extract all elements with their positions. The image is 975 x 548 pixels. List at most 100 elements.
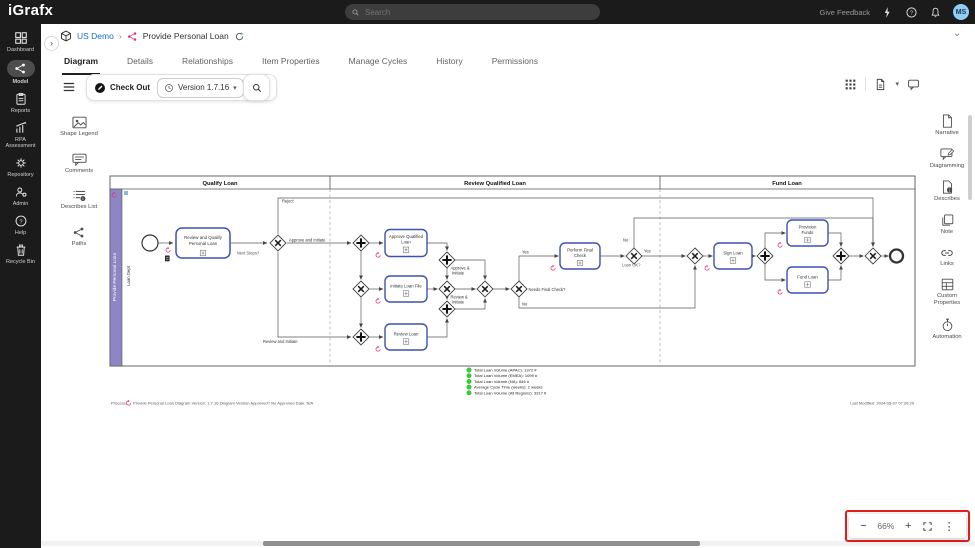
caret-down-icon: ▾ (233, 84, 237, 92)
sidebar-item-help[interactable]: ? Help (0, 214, 41, 236)
svg-text:Fund Loan: Fund Loan (797, 275, 818, 280)
tab-history[interactable]: History (434, 50, 464, 75)
zoom-controls: − 66% + ⋮ (849, 514, 966, 538)
apps-grid-icon[interactable] (844, 78, 857, 91)
end-event[interactable] (890, 250, 903, 263)
menu-icon[interactable] (62, 80, 76, 94)
check-out-button[interactable]: Check Out (94, 82, 150, 94)
rail-item-describes[interactable]: i Describes (926, 180, 968, 203)
svg-text:Average Cycle Time (weeks): 2: Average Cycle Time (weeks): 2 weeks (474, 385, 543, 390)
rail-item-describes-list[interactable]: i Describes List (59, 189, 99, 211)
lane-label: Loan Dept (126, 265, 131, 286)
rail-item-automation[interactable]: Automation (926, 318, 968, 341)
help-icon[interactable]: ? (905, 6, 918, 19)
rail-item-shape-legend[interactable]: Shape Legend (59, 116, 99, 138)
breadcrumb-separator: › (119, 31, 122, 41)
zoom-level: 66% (877, 521, 894, 531)
checkout-status-icon (234, 31, 245, 42)
fit-to-screen-icon[interactable] (922, 521, 933, 532)
caret-down-icon[interactable]: ▾ (895, 80, 899, 88)
zoom-out-button[interactable]: − (860, 520, 866, 532)
breadcrumb: US Demo › Provide Personal Loan (60, 30, 245, 42)
svg-text:Personal Loan: Personal Loan (189, 241, 218, 246)
svg-text:Review and Qualify: Review and Qualify (184, 235, 223, 240)
rail-item-comments[interactable]: Comments (59, 153, 99, 175)
app-sidebar: Dashboard Model Reports RPA Assessment R… (0, 24, 41, 548)
sidebar-item-rpa-assessment[interactable]: RPA Assessment (0, 121, 41, 149)
export-document-icon[interactable] (874, 78, 887, 91)
svg-text:No: No (522, 302, 528, 307)
svg-text:?: ? (910, 10, 913, 16)
search-icon (251, 82, 263, 94)
search-icon (351, 8, 360, 17)
global-search[interactable] (345, 4, 600, 20)
rpa-chart-icon (14, 121, 28, 135)
pool-note-badge (124, 191, 128, 195)
reports-clipboard-icon (14, 92, 28, 106)
rail-item-narrative[interactable]: Narrative (926, 114, 968, 137)
repository-gear-icon (14, 156, 28, 170)
sidebar-item-repository[interactable]: Repository (0, 156, 41, 178)
svg-text:Sign Loan: Sign Loan (723, 251, 743, 256)
svg-text:Perform Final: Perform Final (567, 248, 593, 253)
picture-icon (72, 116, 87, 129)
pool-label: Provide Personal Loan (112, 252, 118, 301)
sidebar-item-recycle-bin[interactable]: Recycle Bin (0, 243, 41, 265)
version-selector[interactable]: Version 1.7.16 ▾ (157, 78, 244, 98)
rail-item-links[interactable]: Links (926, 247, 968, 268)
diagram-right-rail: Narrative Diagramming i Describes Note L… (926, 114, 968, 340)
give-feedback-link[interactable]: Give Feedback (820, 8, 870, 17)
svg-text:Next Steps?: Next Steps? (237, 251, 260, 256)
model-share-icon (14, 62, 27, 75)
diagram-toolbar: Check Out Version 1.7.16 ▾ i ▾ (60, 74, 920, 104)
user-avatar[interactable]: MS (953, 4, 969, 20)
chevron-down-icon[interactable]: ⌄ (953, 28, 961, 39)
phase-qualify-loan: Qualify Loan (202, 181, 238, 187)
vertical-scrollbar[interactable] (968, 115, 972, 200)
chain-link-icon (940, 247, 954, 259)
sidebar-item-admin[interactable]: Admin (0, 185, 41, 207)
search-input[interactable] (365, 8, 565, 17)
active-pill (7, 60, 35, 77)
svg-text:Approve and Initiate: Approve and Initiate (289, 237, 326, 242)
svg-text:Check: Check (574, 253, 587, 258)
svg-text:No: No (623, 238, 629, 243)
tab-diagram[interactable]: Diagram (62, 50, 100, 75)
tab-relationships[interactable]: Relationships (180, 50, 235, 75)
svg-text:Total Loan Volume (All Regions: Total Loan Volume (All Regions): 3317 # (474, 390, 547, 395)
sidebar-item-model[interactable]: Model (0, 60, 41, 85)
comment-icon[interactable] (907, 78, 920, 91)
svg-text:Provision: Provision (799, 225, 817, 230)
trash-icon (14, 243, 28, 257)
lightning-bolt-icon[interactable] (881, 6, 894, 19)
version-clock-icon (164, 83, 174, 93)
svg-text:?: ? (19, 220, 23, 226)
dashboard-grid-icon (14, 31, 28, 45)
sidebar-item-dashboard[interactable]: Dashboard (0, 31, 41, 53)
tab-details[interactable]: Details (125, 50, 155, 75)
rail-item-custom-properties[interactable]: Custom Properties (926, 278, 968, 306)
top-bar: iGrafx Give Feedback ? MS (0, 0, 975, 24)
bell-icon[interactable] (929, 6, 942, 19)
chat-pencil-icon (940, 148, 954, 161)
tab-item-properties[interactable]: Item Properties (260, 50, 322, 75)
diagram-search-button[interactable] (243, 74, 270, 101)
stopwatch-icon (941, 318, 954, 332)
tab-manage-cycles[interactable]: Manage Cycles (347, 50, 410, 75)
expand-panel-button[interactable]: › (44, 36, 59, 51)
doc-info-icon: i (941, 180, 954, 194)
start-event[interactable] (142, 235, 158, 251)
kebab-menu-icon[interactable]: ⋮ (944, 520, 955, 533)
pages-icon (941, 214, 954, 227)
horizontal-scrollbar-thumb[interactable] (263, 541, 700, 546)
rail-item-note[interactable]: Note (926, 214, 968, 236)
tab-permissions[interactable]: Permissions (490, 50, 540, 75)
diagram-canvas[interactable]: Qualify Loan Review Qualified Loan Fund … (108, 172, 916, 412)
rail-item-diagramming[interactable]: Diagramming (926, 148, 968, 170)
rail-item-paths[interactable]: Paths (59, 226, 99, 248)
breadcrumb-current: Provide Personal Loan (143, 31, 229, 41)
svg-text:Loan: Loan (401, 240, 411, 245)
zoom-in-button[interactable]: + (905, 520, 911, 532)
breadcrumb-root-link[interactable]: US Demo (77, 31, 114, 41)
sidebar-item-reports[interactable]: Reports (0, 92, 41, 114)
